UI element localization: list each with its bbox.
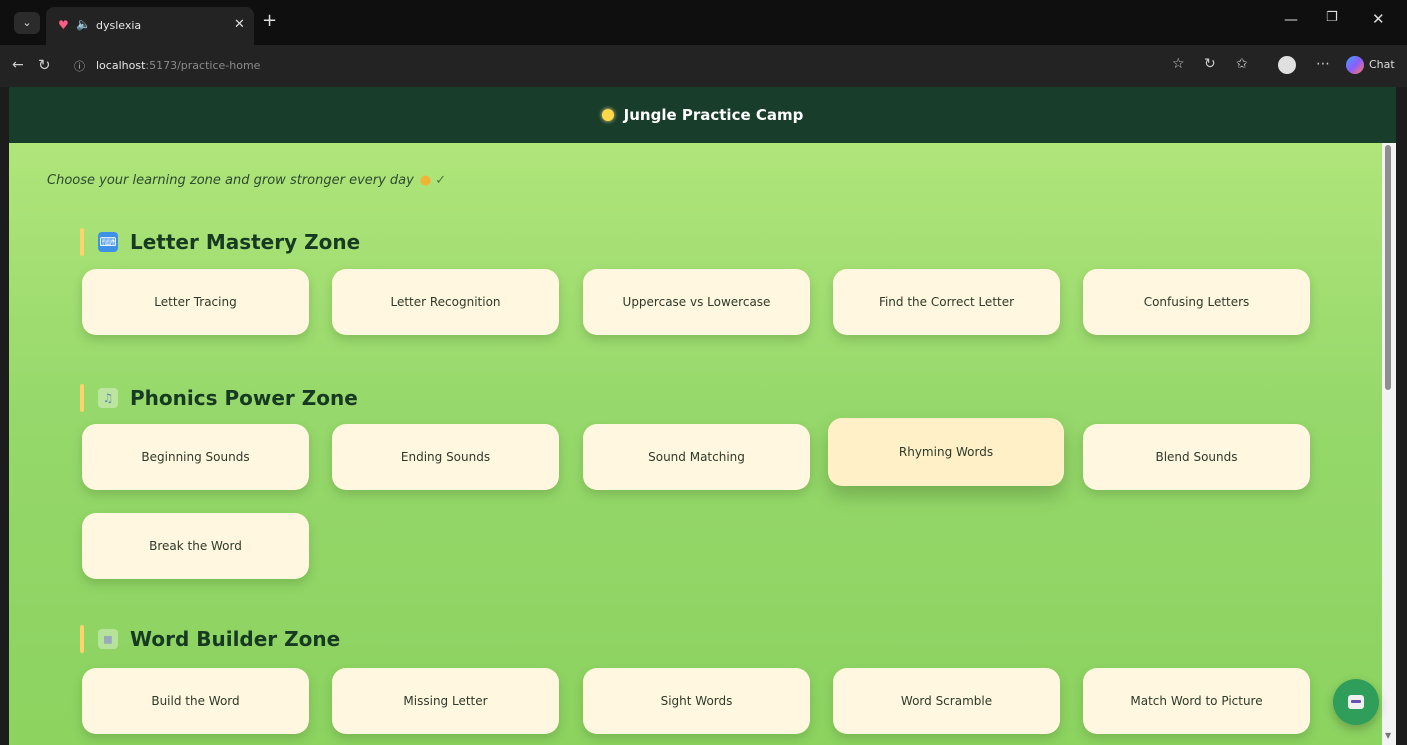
sparkle-icon: ✓ (435, 173, 447, 188)
zone-name: Phonics Power Zone (130, 386, 358, 410)
favicon-icon: ♥ (58, 18, 69, 32)
card-letter-tracing[interactable]: Letter Tracing (82, 269, 309, 335)
zone-name: Word Builder Zone (130, 627, 341, 651)
page-title: Jungle Practice Camp (9, 87, 1396, 143)
url-host: localhost (96, 59, 146, 72)
music-icon: ♫ (98, 388, 118, 408)
zone-accent-bar (80, 228, 84, 256)
zone-heading-phonics-power: ♫ Phonics Power Zone (80, 384, 358, 412)
new-tab-icon[interactable]: + (262, 10, 277, 31)
tab-actions-button[interactable]: ⌄ (14, 12, 40, 34)
chat-label[interactable]: Chat (1369, 58, 1395, 71)
sun-icon (601, 109, 614, 121)
abc-icon: ⌨ (98, 232, 118, 252)
address-bar: ← ↻ ⓘ localhost:5173/practice-home ☆ ↻ ✩… (0, 45, 1407, 87)
card-match-word-to-picture[interactable]: Match Word to Picture (1083, 668, 1310, 734)
copilot-icon[interactable] (1346, 56, 1364, 74)
zone-heading-word-builder: ◼ Word Builder Zone (80, 625, 340, 653)
blocks-icon: ◼ (98, 629, 118, 649)
browser-tab-bar: ⌄ ♥ 🔈 dyslexia ✕ + — ❐ ✕ (0, 0, 1407, 45)
card-confusing-letters[interactable]: Confusing Letters (1083, 269, 1310, 335)
tagline: Choose your learning zone and grow stron… (47, 173, 446, 188)
refresh-page-icon[interactable]: ↻ (1204, 56, 1216, 72)
url-text: localhost:5173/practice-home (96, 59, 260, 72)
browser-tab[interactable]: ♥ 🔈 dyslexia ✕ (46, 7, 254, 45)
star-icon[interactable]: ☆ (1172, 56, 1185, 72)
zone-accent-bar (80, 384, 84, 412)
card-rhyming-words[interactable]: Rhyming Words (828, 418, 1064, 486)
profile-avatar[interactable] (1278, 56, 1296, 74)
scrollbar[interactable]: ▼ (1382, 143, 1396, 745)
card-word-scramble[interactable]: Word Scramble (833, 668, 1060, 734)
info-icon[interactable]: ⓘ (74, 58, 85, 74)
card-build-the-word[interactable]: Build the Word (82, 668, 309, 734)
favorites-icon[interactable]: ✩ (1236, 56, 1248, 72)
window-close-icon[interactable]: ✕ (1372, 10, 1385, 28)
card-letter-recognition[interactable]: Letter Recognition (332, 269, 559, 335)
back-icon[interactable]: ← (12, 57, 24, 73)
minimize-icon[interactable]: — (1284, 12, 1298, 28)
zone-name: Letter Mastery Zone (130, 230, 361, 254)
scroll-down-icon[interactable]: ▼ (1385, 731, 1391, 740)
close-tab-icon[interactable]: ✕ (234, 17, 245, 32)
practice-home: Choose your learning zone and grow stron… (9, 143, 1382, 745)
card-beginning-sounds[interactable]: Beginning Sounds (82, 424, 309, 490)
muscle-icon: ● (419, 173, 432, 188)
card-blend-sounds[interactable]: Blend Sounds (1083, 424, 1310, 490)
card-sound-matching[interactable]: Sound Matching (583, 424, 810, 490)
url-path: :5173/practice-home (145, 59, 261, 72)
assistant-fab[interactable] (1333, 679, 1379, 725)
card-missing-letter[interactable]: Missing Letter (332, 668, 559, 734)
restore-icon[interactable]: ❐ (1326, 10, 1338, 25)
refresh-icon[interactable]: ↻ (38, 56, 51, 74)
url-field[interactable]: ⓘ localhost:5173/practice-home (62, 52, 1152, 80)
tagline-text: Choose your learning zone and grow stron… (47, 173, 414, 188)
zone-heading-letter-mastery: ⌨ Letter Mastery Zone (80, 228, 360, 256)
card-ending-sounds[interactable]: Ending Sounds (332, 424, 559, 490)
card-sight-words[interactable]: Sight Words (583, 668, 810, 734)
zone-accent-bar (80, 625, 84, 653)
card-uppercase-vs-lowercase[interactable]: Uppercase vs Lowercase (583, 269, 810, 335)
scrollbar-thumb[interactable] (1385, 145, 1391, 390)
page-title-text: Jungle Practice Camp (623, 106, 804, 124)
speaker-icon[interactable]: 🔈 (76, 17, 91, 31)
card-find-correct-letter[interactable]: Find the Correct Letter (833, 269, 1060, 335)
robot-icon (1348, 695, 1364, 709)
more-icon[interactable]: ⋯ (1316, 56, 1330, 72)
tab-title: dyslexia (96, 19, 142, 32)
app-header: Jungle Practice Camp (9, 87, 1396, 143)
card-break-the-word[interactable]: Break the Word (82, 513, 309, 579)
